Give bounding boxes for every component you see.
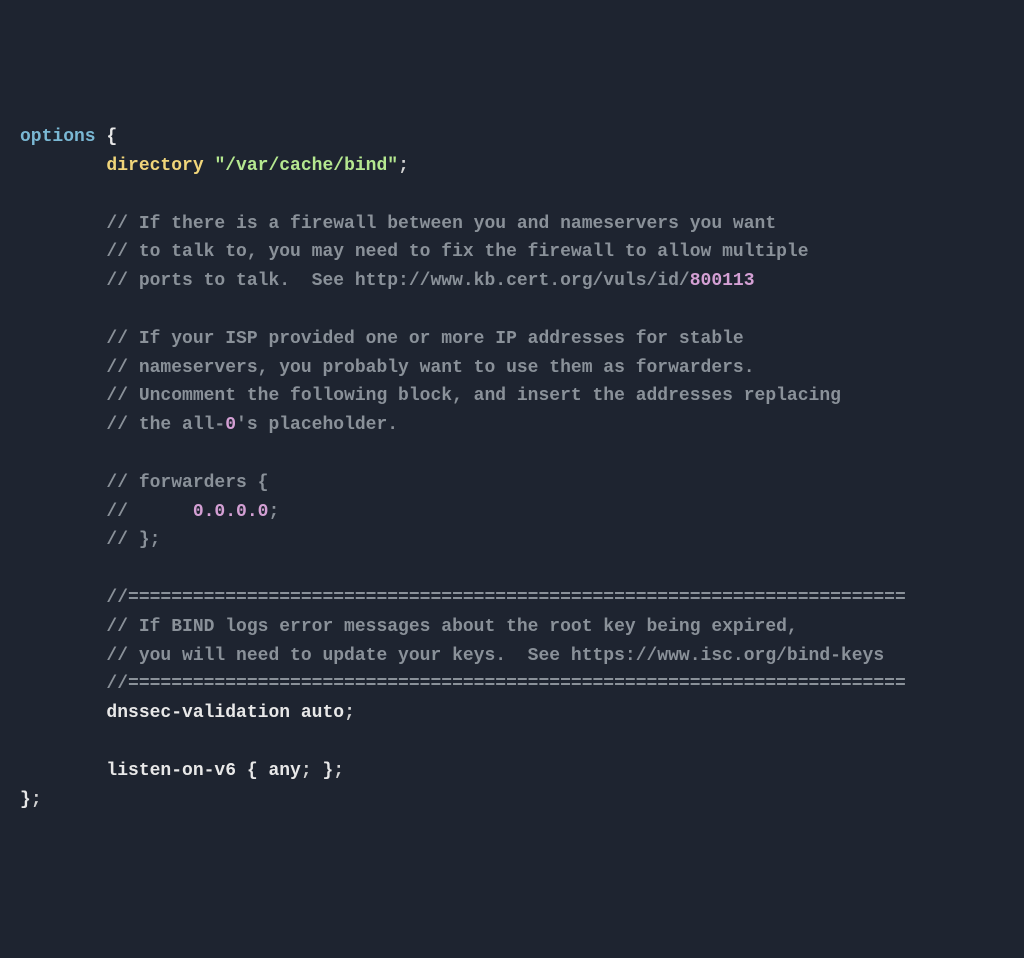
- semicolon: ;: [301, 761, 312, 781]
- comment-divider: //======================================…: [20, 588, 906, 608]
- comment-line: // Uncomment the following block, and in…: [20, 386, 841, 406]
- comment-line: ;: [268, 502, 279, 522]
- comment-line: 's placeholder.: [236, 415, 398, 435]
- comment-line: // nameservers, you probably want to use…: [20, 358, 755, 378]
- comment-line: //: [20, 502, 193, 522]
- keyword-options: options: [20, 127, 96, 147]
- semicolon: ;: [398, 156, 409, 176]
- string-path: "/var/cache/bind": [204, 156, 398, 176]
- comment-line: // If there is a firewall between you an…: [20, 214, 776, 234]
- number-vuln-id: 800113: [690, 271, 755, 291]
- comment-forwarders: // forwarders {: [20, 473, 268, 493]
- statement-listen: listen-on-v6: [20, 761, 247, 781]
- value-any: any: [258, 761, 301, 781]
- number-ip: 0.0.0.0: [193, 502, 269, 522]
- comment-line: // the all-: [20, 415, 225, 435]
- semicolon: ;: [344, 703, 355, 723]
- comment-line: // you will need to update your keys. Se…: [20, 646, 884, 666]
- semicolon: ;: [333, 761, 344, 781]
- comment-divider: //======================================…: [20, 674, 906, 694]
- number-zero: 0: [225, 415, 236, 435]
- comment-line: // If BIND logs error messages about the…: [20, 617, 798, 637]
- comment-line: // };: [20, 530, 160, 550]
- brace-close: }: [312, 761, 334, 781]
- comment-line: // If your ISP provided one or more IP a…: [20, 329, 744, 349]
- statement-dnssec: dnssec-validation auto: [20, 703, 344, 723]
- brace-open: {: [96, 127, 118, 147]
- code-block: options { directory "/var/cache/bind"; /…: [20, 123, 1004, 814]
- comment-line: // ports to talk. See http://www.kb.cert…: [20, 271, 690, 291]
- semicolon: ;: [31, 790, 42, 810]
- brace-open: {: [247, 761, 258, 781]
- comment-line: // to talk to, you may need to fix the f…: [20, 242, 809, 262]
- keyword-directory: directory: [20, 156, 204, 176]
- brace-close: }: [20, 790, 31, 810]
